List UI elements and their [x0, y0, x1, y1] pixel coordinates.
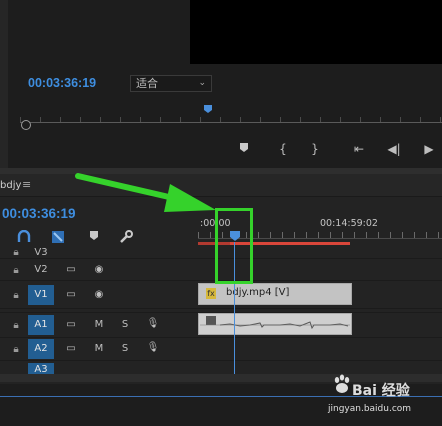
- solo-button[interactable]: S: [118, 343, 132, 354]
- sync-lock-icon[interactable]: ▭: [64, 289, 78, 300]
- magnet-icon: [17, 229, 31, 242]
- ruler-line: [20, 122, 442, 123]
- video-clip-label: bdjy.mp4 [V]: [226, 287, 290, 298]
- lock-icon[interactable]: 🔒︎: [10, 290, 22, 301]
- go-to-in-icon: ⇤: [353, 142, 365, 156]
- microphone-icon[interactable]: 🎙︎: [146, 318, 160, 329]
- eye-icon[interactable]: ◉: [92, 264, 106, 275]
- fit-dropdown[interactable]: 适合 ⌄: [130, 75, 212, 92]
- audio-waveform: [200, 321, 350, 330]
- eye-icon[interactable]: ◉: [92, 289, 106, 300]
- go-to-in-button[interactable]: ⇤: [350, 142, 368, 156]
- timeline-header: [0, 174, 442, 197]
- add-marker-timeline-button[interactable]: [86, 230, 102, 244]
- track-separator: [0, 337, 442, 338]
- track-separator: [0, 308, 442, 309]
- monitor-playhead-icon[interactable]: [203, 104, 213, 114]
- mark-in-icon: {: [279, 142, 287, 156]
- lock-icon[interactable]: 🔒︎: [10, 344, 22, 355]
- step-back-icon: ◀|: [387, 142, 401, 156]
- sync-lock-icon[interactable]: ▭: [64, 264, 78, 275]
- lock-icon[interactable]: 🔒︎: [10, 247, 22, 258]
- zoom-handle[interactable]: [21, 120, 31, 130]
- sequence-tab[interactable]: bdjy: [0, 180, 21, 191]
- wrench-icon: [120, 230, 133, 243]
- track-separator: [0, 360, 442, 361]
- marker-icon: [240, 143, 248, 152]
- watermark-brand: Bai 经验: [352, 383, 410, 399]
- marker-icon: [90, 231, 98, 240]
- mute-button[interactable]: M: [92, 319, 106, 330]
- track-v1[interactable]: V1: [28, 285, 54, 305]
- lock-icon[interactable]: 🔒︎: [10, 320, 22, 331]
- monitor-timecode[interactable]: 00:03:36:19: [28, 76, 96, 90]
- sync-lock-icon[interactable]: ▭: [64, 319, 78, 330]
- ruler-label-end: 00:14:59:02: [320, 218, 378, 229]
- mark-out-button[interactable]: }: [306, 142, 324, 156]
- step-back-button[interactable]: ◀|: [385, 142, 403, 156]
- lock-icon[interactable]: 🔒︎: [10, 265, 22, 276]
- timeline-settings-button[interactable]: [118, 230, 134, 247]
- solo-button[interactable]: S: [118, 319, 132, 330]
- microphone-icon[interactable]: 🎙︎: [146, 342, 160, 353]
- chevron-down-icon: ⌄: [198, 78, 206, 88]
- linked-selection-icon: [52, 231, 64, 243]
- annotation-highlight-box: [215, 208, 253, 284]
- fx-badge: fx: [206, 288, 216, 299]
- annotation-arrow-icon: [75, 173, 216, 212]
- video-preview: [190, 0, 442, 64]
- baidu-paw-logo: [334, 374, 350, 393]
- track-a2[interactable]: A2: [28, 339, 54, 359]
- track-v2[interactable]: V2: [28, 260, 54, 280]
- track-a1[interactable]: A1: [28, 315, 54, 335]
- monitor-left-edge: [0, 0, 8, 168]
- mute-button[interactable]: M: [92, 343, 106, 354]
- watermark-site: jingyan.baidu.com: [328, 404, 412, 414]
- play-button[interactable]: ▶: [420, 142, 438, 156]
- mark-out-icon: }: [311, 142, 319, 156]
- mark-in-button[interactable]: {: [274, 142, 292, 156]
- fit-dropdown-label: 适合: [136, 77, 158, 90]
- track-a3[interactable]: A3: [28, 363, 54, 374]
- sync-lock-icon[interactable]: ▭: [64, 343, 78, 354]
- play-icon: ▶: [424, 142, 434, 156]
- panel-menu-icon[interactable]: ≡: [22, 178, 31, 191]
- add-marker-button[interactable]: [235, 142, 253, 156]
- monitor-time-ruler[interactable]: [20, 117, 442, 127]
- timeline-timecode[interactable]: 00:03:36:19: [2, 206, 76, 221]
